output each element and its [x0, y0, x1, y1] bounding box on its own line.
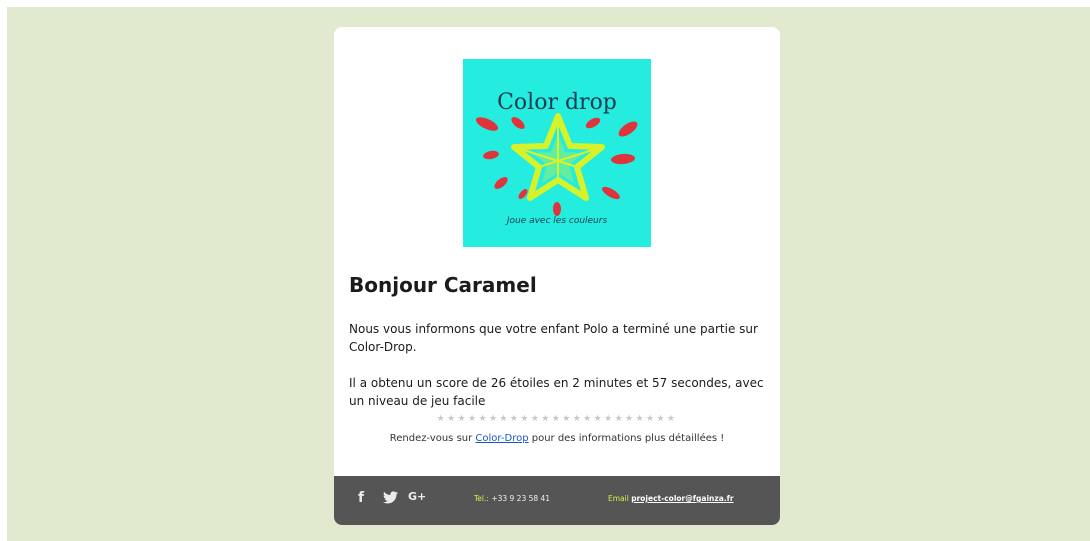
telephone-label: Tel.: [474, 494, 489, 503]
footer-email: Email project-color@fgainza.fr [608, 494, 734, 503]
greeting-heading: Bonjour Caramel [349, 273, 537, 297]
logo-title: Color drop [497, 90, 617, 115]
score-paragraph: Il a obtenu un score de 26 étoiles en 2 … [349, 376, 764, 408]
cta-text-after: pour des informations plus détaillées ! [528, 433, 725, 444]
email-footer: f G+ Tel.: +33 9 23 58 41 Email project-… [334, 476, 780, 525]
email-link[interactable]: project-color@fgainza.fr [631, 494, 733, 503]
twitter-bird-icon [383, 491, 398, 504]
call-to-action: Rendez-vous sur Color-Drop pour des info… [334, 433, 780, 444]
logo-graphic: Color drop Joue avec les couleurs [475, 90, 638, 226]
email-label: Email [608, 494, 629, 503]
facebook-icon[interactable]: f [358, 490, 364, 508]
logo-tagline: Joue avec les couleurs [505, 216, 608, 226]
footer-telephone: Tel.: +33 9 23 58 41 [474, 494, 550, 503]
star-separator: ★★★★★★★★★★★★★★★★★★★★★★★ [436, 414, 678, 424]
cta-text-before: Rendez-vous sur [389, 433, 476, 444]
notification-paragraph: Nous vous informons que votre enfant Pol… [349, 322, 758, 354]
google-plus-icon[interactable]: G+ [408, 490, 426, 508]
telephone-value: +33 9 23 58 41 [491, 494, 551, 503]
twitter-icon[interactable] [383, 491, 398, 509]
color-drop-link[interactable]: Color-Drop [475, 433, 528, 444]
color-drop-logo: Color drop Joue avec les couleurs [463, 59, 651, 247]
email-card: Color drop Joue avec les couleurs Bonjou… [334, 27, 780, 525]
